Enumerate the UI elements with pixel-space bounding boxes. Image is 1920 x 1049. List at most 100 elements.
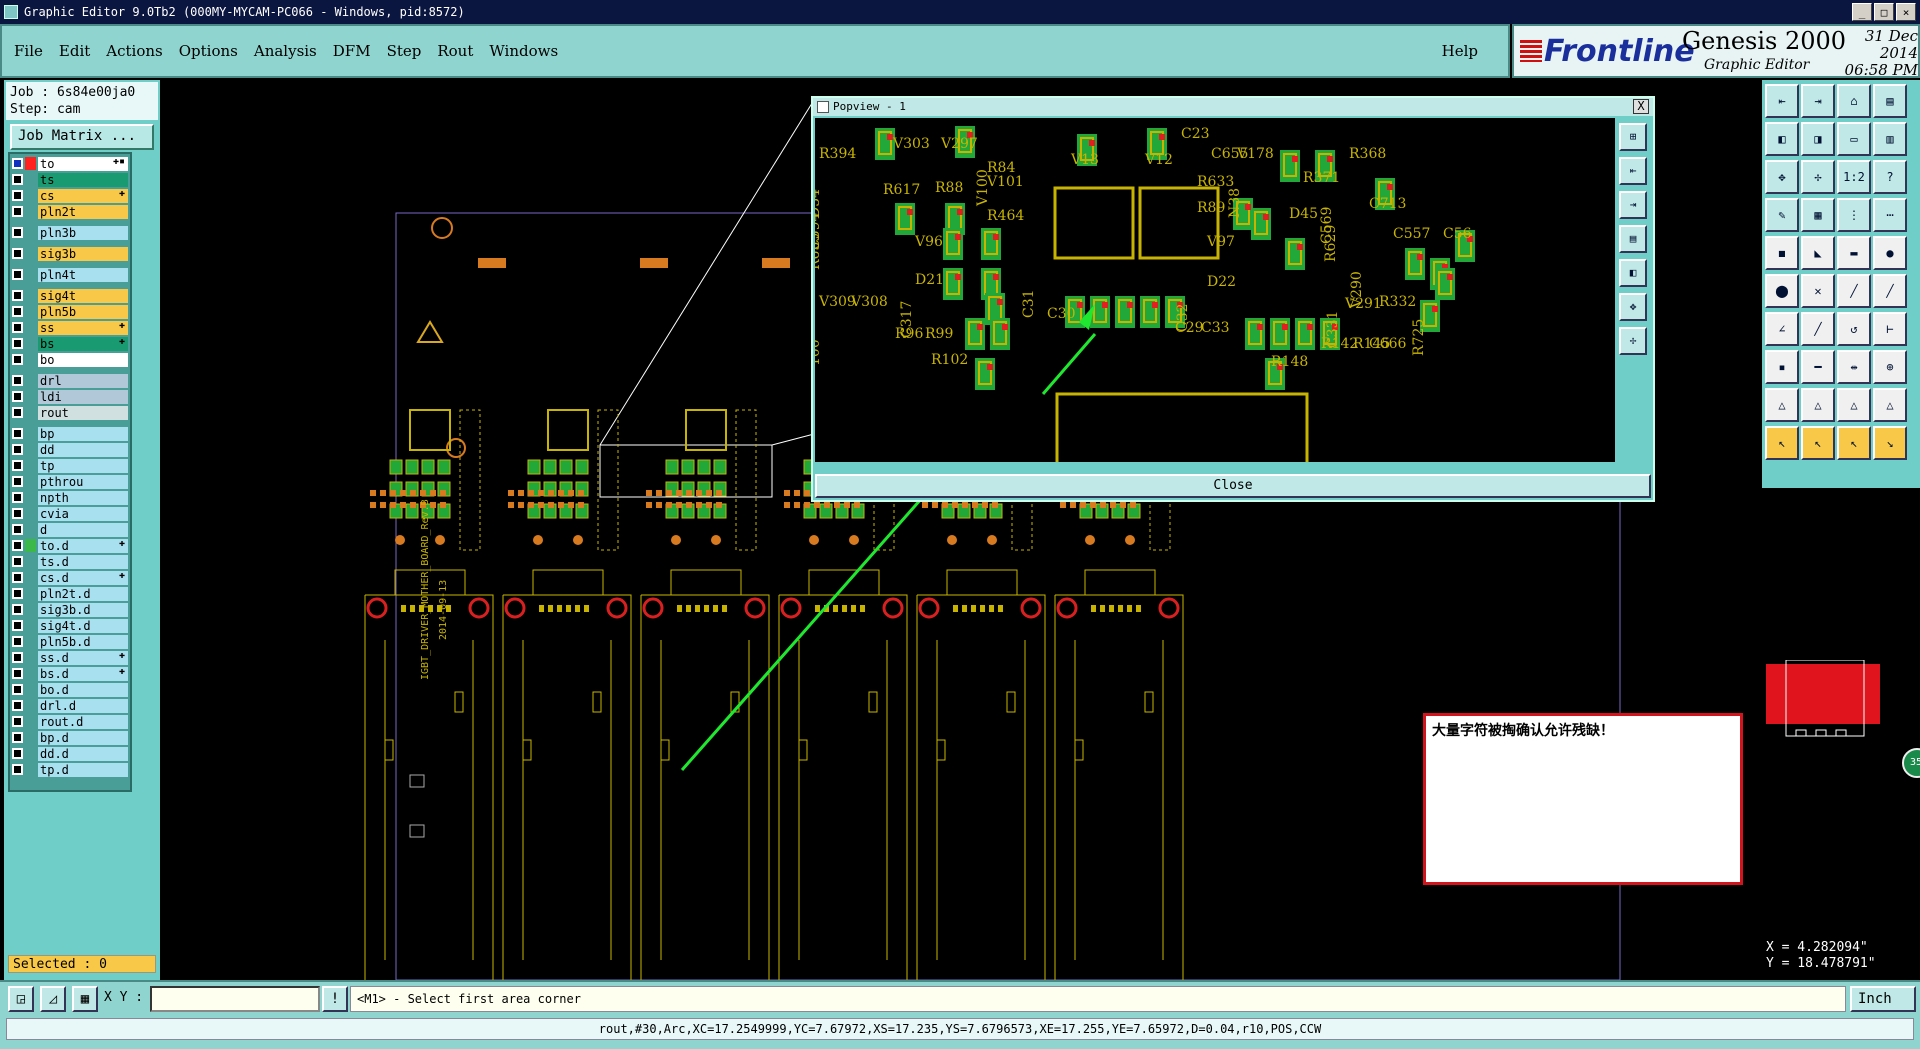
layer-checkbox[interactable] (12, 620, 23, 631)
layer-row[interactable]: pln5b.d (12, 634, 128, 649)
triangle-icon[interactable]: △ (1765, 388, 1799, 422)
menu-edit[interactable]: Edit (59, 42, 90, 60)
layer-checkbox[interactable] (12, 306, 23, 317)
layer-row[interactable]: sig4t (12, 288, 128, 303)
layer-row[interactable]: ldi (12, 389, 128, 404)
menu-rout[interactable]: Rout (437, 42, 473, 60)
tool-icon[interactable]: ◣ (1801, 236, 1835, 270)
layer-checkbox[interactable] (12, 764, 23, 775)
grid-icon[interactable]: ▦ (72, 986, 98, 1012)
layer-row[interactable]: bs ✚ (12, 336, 128, 351)
ruler-icon[interactable]: ▬ (1837, 236, 1871, 270)
tool-icon[interactable]: ● (1873, 236, 1907, 270)
layer-row[interactable]: pln3b (12, 225, 128, 240)
tool-icon[interactable]: ⇤ (1619, 157, 1647, 185)
layer-row[interactable]: pln5b (12, 304, 128, 319)
units-selector[interactable]: Inch (1850, 986, 1916, 1012)
xy-input[interactable] (150, 986, 320, 1012)
ratio-icon[interactable]: 1:2 (1837, 160, 1871, 194)
layer-row[interactable]: sig3b (12, 246, 128, 261)
tool-icon[interactable]: ◧ (1619, 259, 1647, 287)
layer-checkbox[interactable] (12, 391, 23, 402)
tool-icon[interactable]: ⇥ (1801, 84, 1835, 118)
layer-checkbox[interactable] (12, 700, 23, 711)
tool-icon[interactable]: ▥ (1873, 122, 1907, 156)
triangle-icon[interactable]: △ (1801, 388, 1835, 422)
pointer-icon[interactable]: ↖ (1765, 426, 1799, 460)
layer-checkbox[interactable] (12, 290, 23, 301)
layer-row[interactable]: drl (12, 373, 128, 388)
help-icon[interactable]: ? (1873, 160, 1907, 194)
tool-icon[interactable]: ✎ (1765, 198, 1799, 232)
grid-icon[interactable]: ▦ (1801, 198, 1835, 232)
triangle-icon[interactable]: △ (1837, 388, 1871, 422)
layer-checkbox[interactable] (12, 354, 23, 365)
pan-icon[interactable]: ✢ (1619, 327, 1647, 355)
layer-checkbox[interactable] (12, 508, 23, 519)
popview-close-button[interactable]: Close (815, 474, 1651, 498)
layer-checkbox[interactable] (12, 428, 23, 439)
menu-step[interactable]: Step (387, 42, 422, 60)
tool-icon[interactable]: ▤ (1873, 84, 1907, 118)
zoom-icon[interactable]: ⊞ (1619, 123, 1647, 151)
menu-options[interactable]: Options (179, 42, 238, 60)
layer-row[interactable]: cvia (12, 506, 128, 521)
tool-icon[interactable]: ⊕ (1873, 350, 1907, 384)
layer-row[interactable]: pln2t.d (12, 586, 128, 601)
layer-row[interactable]: sig4t.d (12, 618, 128, 633)
layer-row[interactable]: npth (12, 490, 128, 505)
pan-icon[interactable]: ✢ (1801, 160, 1835, 194)
menu-file[interactable]: File (14, 42, 43, 60)
layer-checkbox[interactable] (12, 556, 23, 567)
layer-checkbox[interactable] (12, 338, 23, 349)
layer-checkbox[interactable] (12, 407, 23, 418)
layer-row[interactable]: pln2t (12, 204, 128, 219)
warning-icon[interactable]: ! (322, 986, 348, 1012)
layer-row[interactable]: dd (12, 442, 128, 457)
layer-row[interactable]: sig3b.d (12, 602, 128, 617)
layer-checkbox[interactable] (12, 604, 23, 615)
layer-checkbox[interactable] (12, 668, 23, 679)
popview-canvas[interactable]: R394 V303 V297 R84 V101 V13 V12 C23 C655 V178 R633… (815, 118, 1615, 462)
layer-checkbox[interactable] (12, 524, 23, 535)
layer-checkbox[interactable] (12, 158, 23, 169)
layer-checkbox[interactable] (12, 190, 23, 201)
tool-icon[interactable]: ◲ (8, 986, 34, 1012)
tool-icon[interactable]: ◧ (1765, 122, 1799, 156)
menu-help[interactable]: Help (1442, 42, 1478, 60)
snap-icon[interactable]: ⋯ (1873, 198, 1907, 232)
layer-checkbox[interactable] (12, 476, 23, 487)
tool-icon[interactable]: ▭ (1837, 122, 1871, 156)
layer-checkbox[interactable] (12, 269, 23, 280)
layer-row[interactable]: tp (12, 458, 128, 473)
layer-checkbox[interactable] (12, 460, 23, 471)
menu-dfm[interactable]: DFM (333, 42, 371, 60)
layer-checkbox[interactable] (12, 652, 23, 663)
layer-row[interactable]: pthrou (12, 474, 128, 489)
layer-checkbox[interactable] (12, 248, 23, 259)
line-icon[interactable]: ╱ (1873, 274, 1907, 308)
layer-checkbox[interactable] (12, 684, 23, 695)
layer-checkbox[interactable] (12, 444, 23, 455)
layer-checkbox[interactable] (12, 636, 23, 647)
pointer-icon[interactable]: ↖ (1837, 426, 1871, 460)
line-icon[interactable]: ∠ (1765, 312, 1799, 346)
tool-icon[interactable]: ⊢ (1873, 312, 1907, 346)
pointer-icon[interactable]: ↖ (1801, 426, 1835, 460)
layer-row[interactable]: ts.d (12, 554, 128, 569)
tool-icon[interactable]: ⇤ (1765, 84, 1799, 118)
layer-row[interactable]: rout (12, 405, 128, 420)
layer-checkbox[interactable] (12, 227, 23, 238)
layer-row[interactable]: bo.d (12, 682, 128, 697)
layer-checkbox[interactable] (12, 375, 23, 386)
layer-row[interactable]: bs.d ✚ (12, 666, 128, 681)
layer-checkbox[interactable] (12, 174, 23, 185)
layer-checkbox[interactable] (12, 588, 23, 599)
tool-icon[interactable]: ▪ (1765, 350, 1799, 384)
layer-checkbox[interactable] (12, 748, 23, 759)
layer-checkbox[interactable] (12, 572, 23, 583)
layer-row[interactable]: ss ✚ (12, 320, 128, 335)
layer-row[interactable]: ss.d ✚ (12, 650, 128, 665)
layer-row[interactable]: drl.d (12, 698, 128, 713)
tool-icon[interactable]: ⇥ (1619, 191, 1647, 219)
